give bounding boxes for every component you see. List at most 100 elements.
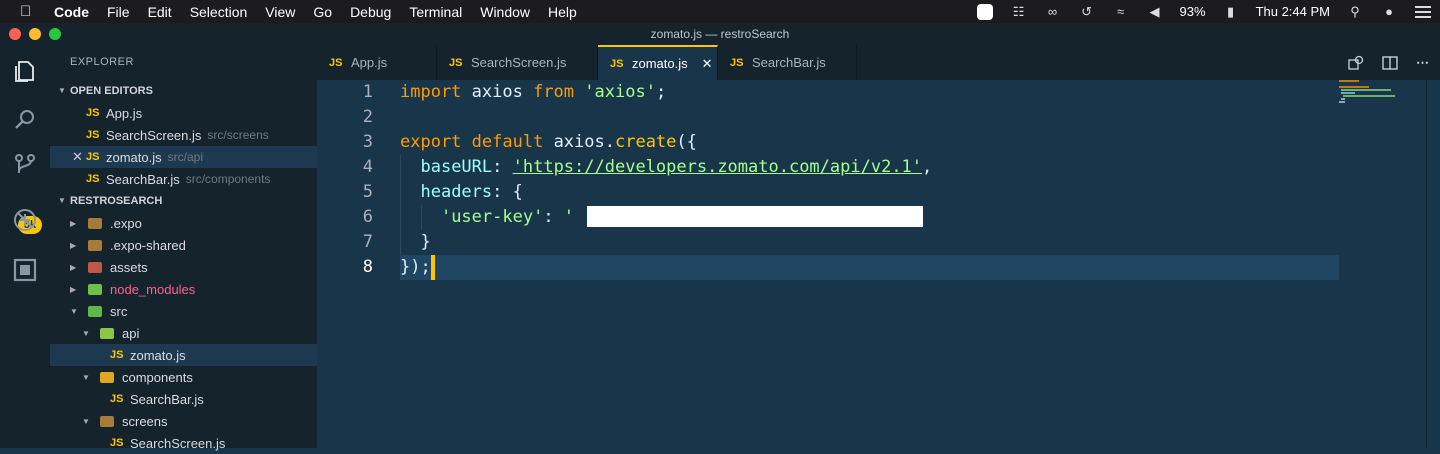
menu-selection[interactable]: Selection bbox=[190, 4, 248, 20]
keyword: import bbox=[400, 82, 462, 102]
apple-icon[interactable]:  bbox=[20, 3, 40, 20]
source-control-icon[interactable] bbox=[13, 153, 37, 177]
open-editor-path: src/screens bbox=[207, 128, 269, 142]
minimize-window-icon[interactable] bbox=[29, 28, 41, 40]
open-editor-item-active[interactable]: ✕ JS zomato.js src/api bbox=[50, 146, 317, 168]
punctuation: : bbox=[543, 207, 564, 227]
code-editor[interactable]: 1 2 3 4 5 6 7 8 import axios from 'axios… bbox=[317, 80, 1440, 448]
notification-center-icon[interactable] bbox=[1414, 5, 1432, 19]
open-editor-name: SearchScreen.js bbox=[106, 127, 202, 143]
punctuation: , bbox=[922, 157, 933, 177]
open-editors-header[interactable]: ▼ OPEN EDITORS bbox=[50, 80, 317, 102]
menu-help[interactable]: Help bbox=[548, 4, 577, 20]
search-icon[interactable] bbox=[13, 108, 37, 132]
siri-icon[interactable]: ● bbox=[1380, 4, 1398, 19]
open-editor-item[interactable]: JS App.js bbox=[50, 102, 317, 124]
punctuation: : bbox=[492, 157, 513, 177]
spotlight-search-icon[interactable]: ⚲ bbox=[1346, 4, 1364, 19]
tab-label: SearchBar.js bbox=[752, 55, 826, 70]
menu-window[interactable]: Window bbox=[480, 4, 530, 20]
menu-go[interactable]: Go bbox=[313, 4, 332, 20]
extensions-icon[interactable] bbox=[13, 258, 37, 282]
tree-folder-assets[interactable]: ▶ assets bbox=[50, 256, 317, 278]
string: 'user-key' bbox=[440, 207, 544, 227]
tab-app-js[interactable]: JS App.js bbox=[317, 45, 437, 80]
string-link[interactable]: 'https://developers.zomato.com/api/v2.1' bbox=[513, 157, 922, 177]
volume-icon[interactable]: ◀ bbox=[1146, 4, 1164, 19]
close-tab-icon[interactable]: ✕ bbox=[702, 56, 713, 72]
vertical-scrollbar[interactable] bbox=[1426, 80, 1440, 448]
menu-app-name[interactable]: Code bbox=[54, 4, 89, 20]
js-file-icon: JS bbox=[110, 349, 124, 361]
tree-folder-components[interactable]: ▼ components bbox=[50, 366, 317, 388]
tree-label: node_modules bbox=[110, 281, 196, 297]
src-folder-icon bbox=[88, 305, 102, 317]
caret-right-icon: ▶ bbox=[70, 240, 77, 250]
js-file-icon: JS bbox=[329, 56, 343, 69]
clock[interactable]: Thu 2:44 PM bbox=[1256, 4, 1330, 19]
tab-searchscreen-js[interactable]: JS SearchScreen.js bbox=[437, 45, 598, 80]
menu-debug[interactable]: Debug bbox=[350, 4, 391, 20]
open-editor-item[interactable]: JS SearchScreen.js src/screens bbox=[50, 124, 317, 146]
tree-label: src bbox=[110, 303, 128, 319]
menu-view[interactable]: View bbox=[265, 4, 295, 20]
line-number: 6 bbox=[362, 207, 373, 227]
open-editor-path: src/api bbox=[167, 150, 203, 164]
debug-icon[interactable] bbox=[13, 208, 37, 232]
tree-folder-screens[interactable]: ▼ screens bbox=[50, 410, 317, 432]
identifier: axios bbox=[461, 82, 534, 102]
keyword: export bbox=[400, 132, 462, 152]
open-editors-title: OPEN EDITORS bbox=[70, 85, 153, 97]
time-machine-icon[interactable]: ↺ bbox=[1078, 4, 1096, 19]
folder-icon bbox=[88, 239, 102, 251]
explorer-icon[interactable] bbox=[13, 59, 37, 83]
tree-folder-api[interactable]: ▼ api bbox=[50, 322, 317, 344]
tab-zomato-js[interactable]: JS zomato.js ✕ bbox=[598, 45, 718, 80]
docker-icon[interactable]: ☷ bbox=[1010, 4, 1028, 19]
code-line-1: import axios from 'axios'; bbox=[400, 80, 666, 105]
creative-cloud-icon[interactable]: ∞ bbox=[1044, 4, 1062, 19]
close-window-icon[interactable] bbox=[9, 28, 21, 40]
line-number: 7 bbox=[362, 232, 373, 252]
caret-down-icon: ▼ bbox=[82, 328, 90, 338]
open-editor-item[interactable]: JS SearchBar.js src/components bbox=[50, 168, 317, 190]
minimap[interactable] bbox=[1339, 80, 1419, 120]
project-title: RESTROSEARCH bbox=[70, 195, 163, 207]
js-file-icon: JS bbox=[110, 393, 124, 405]
line-number: 3 bbox=[362, 132, 373, 152]
tree-label: components bbox=[122, 369, 193, 385]
tree-file-searchbar[interactable]: JS SearchBar.js bbox=[50, 388, 317, 410]
close-editor-icon[interactable]: ✕ bbox=[72, 149, 86, 165]
open-changes-icon[interactable] bbox=[1348, 55, 1364, 71]
tree-folder-expo-shared[interactable]: ▶ .expo-shared bbox=[50, 234, 317, 256]
open-editor-name: App.js bbox=[106, 105, 143, 121]
battery-icon[interactable]: ▮ bbox=[1222, 4, 1240, 19]
js-file-icon: JS bbox=[86, 173, 100, 185]
wifi-icon[interactable]: ≈ bbox=[1112, 4, 1130, 19]
tree-folder-src[interactable]: ▼ src bbox=[50, 300, 317, 322]
split-editor-icon[interactable] bbox=[1382, 55, 1398, 71]
indent-guide bbox=[400, 155, 401, 255]
zoom-window-icon[interactable] bbox=[49, 28, 61, 40]
string: 'axios' bbox=[584, 82, 656, 102]
punctuation: : { bbox=[492, 182, 523, 202]
punctuation: ({ bbox=[676, 132, 697, 152]
tree-folder-expo[interactable]: ▶ .expo bbox=[50, 212, 317, 234]
project-header[interactable]: ▼ RESTROSEARCH bbox=[50, 190, 317, 212]
tree-file-searchscreen[interactable]: JS SearchScreen.js bbox=[50, 432, 317, 454]
code-line-8: }); bbox=[400, 257, 431, 277]
menu-terminal[interactable]: Terminal bbox=[409, 4, 462, 20]
battery-percent[interactable]: 93% bbox=[1180, 4, 1206, 19]
tree-folder-node-modules[interactable]: ▶ node_modules bbox=[50, 278, 317, 300]
tab-searchbar-js[interactable]: JS SearchBar.js bbox=[718, 45, 857, 80]
menu-file[interactable]: File bbox=[107, 4, 130, 20]
js-file-icon: JS bbox=[449, 56, 463, 69]
current-line-highlight bbox=[400, 255, 1339, 280]
line-number: 5 bbox=[362, 182, 373, 202]
activity-bar: 5k bbox=[0, 45, 50, 448]
more-actions-icon[interactable]: ⋯ bbox=[1416, 55, 1432, 71]
menu-edit[interactable]: Edit bbox=[148, 4, 172, 20]
tree-file-zomato[interactable]: JS zomato.js bbox=[50, 344, 317, 366]
checkmark-app-icon[interactable] bbox=[976, 3, 994, 20]
